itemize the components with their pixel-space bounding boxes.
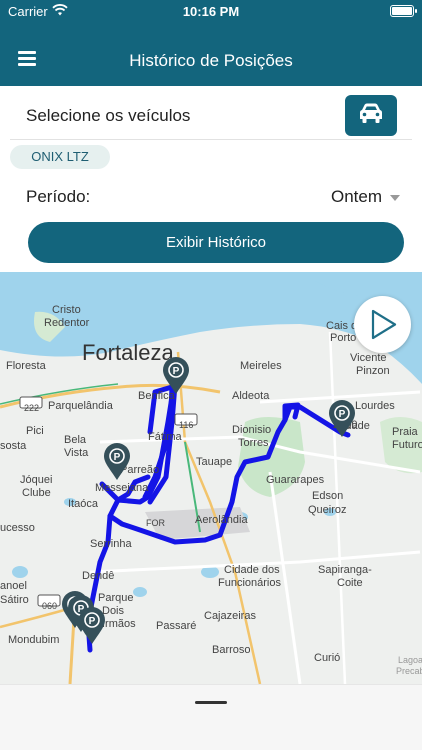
map-place-label: Cajazeiras	[204, 610, 256, 622]
map-place-label: Parquelândia	[48, 400, 113, 412]
map-place-label: Mondubim	[8, 634, 60, 646]
map-place-label: Sátiro	[0, 594, 29, 606]
map-place-label: Porto	[330, 332, 357, 344]
map-place-label: Irmãos	[102, 618, 136, 630]
selected-vehicle-chip[interactable]: ONIX LTZ	[10, 145, 110, 169]
map-place-label: Coite	[337, 577, 363, 589]
clock: 10:16 PM	[182, 4, 240, 19]
map-place-label: Cidade dos	[224, 564, 280, 576]
car-icon	[360, 103, 382, 123]
period-dropdown[interactable]: Ontem	[331, 187, 400, 207]
map-place-label: Messejana	[95, 482, 149, 494]
map-place-label: Parque	[98, 592, 134, 604]
map-place-label: ucesso	[0, 522, 35, 534]
map-place-label: Aerolândia	[195, 514, 248, 526]
parking-pin-icon[interactable]: P	[102, 442, 132, 482]
vehicles-label: Selecione os veículos	[26, 106, 191, 125]
page-title: Histórico de Posições	[129, 51, 293, 70]
map-place-label: Clube	[22, 487, 51, 499]
map-place-label: sosta	[0, 440, 27, 452]
map-place-label: Barroso	[212, 644, 251, 656]
road-number: 116	[179, 420, 194, 430]
map-place-label: Cristo	[52, 304, 81, 316]
parking-pin-icon[interactable]: P	[327, 399, 357, 439]
route-map[interactable]: 222 116 060 Fortaleza Cristo Redentor Fl…	[0, 272, 422, 684]
status-bar: Carrier 10:16 PM	[0, 0, 422, 24]
road-number: 060	[42, 601, 58, 611]
map-place-label: FOR	[146, 518, 165, 528]
period-label: Período:	[26, 187, 91, 206]
map-place-label: Vicente	[350, 352, 387, 364]
map-place-label: Itaóca	[68, 498, 98, 510]
map-place-label: Queiroz	[308, 504, 347, 516]
map-place-label: Curió	[314, 652, 341, 664]
map-place-label: Tauape	[196, 456, 233, 468]
map-place-label: Pici	[26, 425, 44, 437]
svg-text:P: P	[89, 616, 96, 627]
filter-panel: Selecione os veículos ONIX LTZ Período: …	[0, 86, 422, 272]
map-place-label: Passaré	[156, 620, 197, 632]
map-place-label: Redentor	[44, 317, 90, 329]
divider	[10, 139, 412, 140]
map-place-label: Lagoa	[398, 655, 422, 665]
map-place-label: Guararapes	[266, 474, 325, 486]
chevron-down-icon	[390, 194, 400, 201]
map-place-label: Aldeota	[232, 390, 270, 402]
period-value: Ontem	[330, 187, 382, 206]
play-icon	[371, 309, 397, 340]
map-place-label: Dendê	[82, 570, 115, 582]
map-place-label: Funcionários	[218, 577, 281, 589]
map-place-label: Lourdes	[355, 400, 395, 412]
bottom-sheet-handle[interactable]	[195, 701, 227, 704]
map-place-label: Precab	[396, 666, 422, 676]
play-route-button[interactable]	[354, 296, 411, 353]
parking-pin-icon[interactable]: P	[161, 356, 191, 396]
map-place-label: Fátima	[148, 431, 182, 443]
map-place-label: Edson	[312, 490, 344, 502]
map-place-label: Praia	[392, 426, 418, 438]
app-header: Histórico de Posições	[0, 24, 422, 86]
svg-text:P: P	[339, 409, 346, 420]
map-place-label: anoel	[0, 580, 27, 592]
map-place-label: Torres	[238, 437, 269, 449]
map-place-label: Sapiranga-	[318, 564, 372, 576]
map-place-label: Meireles	[240, 360, 282, 372]
parking-pin-icon[interactable]: P	[77, 606, 107, 646]
map-place-label: Pinzon	[356, 365, 390, 377]
vehicle-selector-row[interactable]: Selecione os veículos	[0, 86, 422, 140]
map-place-label: Floresta	[6, 360, 46, 372]
road-number: 222	[24, 403, 40, 413]
map-place-label: Bela	[64, 434, 87, 446]
show-history-button[interactable]: Exibir Histórico	[28, 222, 404, 263]
map-city-label: Fortaleza	[82, 340, 174, 365]
map-place-label: Dionisio	[232, 424, 272, 436]
map-place-label: Jóquei	[20, 474, 53, 486]
select-vehicle-button[interactable]	[345, 95, 397, 136]
svg-text:P: P	[114, 452, 121, 463]
map-place-label: Serrinha	[90, 538, 132, 550]
svg-text:P: P	[173, 366, 180, 377]
bottom-sheet	[0, 684, 422, 750]
map-place-label: Futuro	[392, 439, 422, 451]
battery-icon	[390, 5, 417, 17]
map-place-label: Vista	[64, 447, 89, 459]
